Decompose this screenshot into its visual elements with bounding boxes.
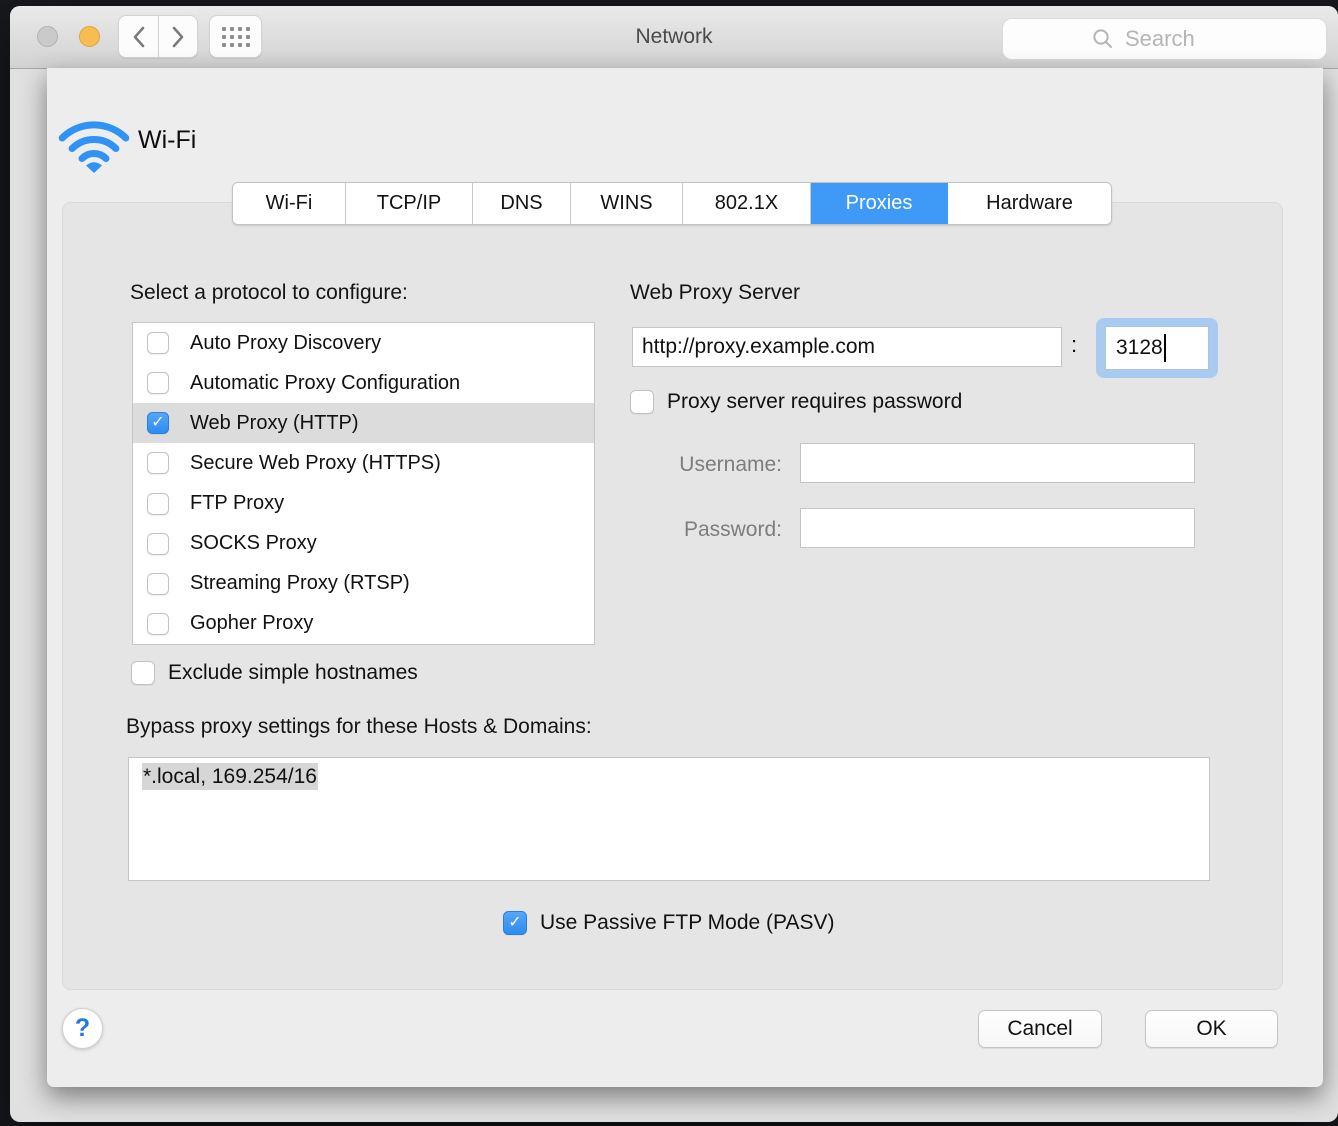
protocol-label: Auto Proxy Discovery: [190, 332, 381, 355]
protocol-row-socks-proxy[interactable]: SOCKS Proxy: [133, 524, 594, 564]
passive-ftp-checkbox[interactable]: ✓: [503, 911, 527, 935]
web-proxy-server-heading: Web Proxy Server: [630, 281, 800, 305]
protocol-row-gopher-proxy[interactable]: Gopher Proxy: [133, 604, 594, 644]
tab-8021x[interactable]: 802.1X: [683, 183, 811, 224]
bypass-value: *.local, 169.254/16: [142, 763, 318, 790]
proxies-sheet: Wi-Fi Wi-Fi TCP/IP DNS WINS 802.1X Proxi…: [47, 68, 1323, 1087]
passive-ftp-row: ✓ Use Passive FTP Mode (PASV): [503, 911, 834, 935]
service-name: Wi-Fi: [138, 126, 196, 155]
bypass-textarea[interactable]: *.local, 169.254/16: [128, 757, 1210, 881]
protocol-row-web-proxy-http[interactable]: ✓ Web Proxy (HTTP): [133, 403, 594, 443]
protocol-label: Gopher Proxy: [190, 612, 313, 635]
password-input[interactable]: [800, 508, 1195, 548]
protocol-label: SOCKS Proxy: [190, 532, 317, 555]
close-button[interactable]: [37, 26, 58, 47]
bypass-heading: Bypass proxy settings for these Hosts & …: [126, 715, 592, 739]
search-icon: [1092, 28, 1114, 50]
protocol-row-secure-web-proxy-https[interactable]: Secure Web Proxy (HTTPS): [133, 443, 594, 483]
protocol-label: Automatic Proxy Configuration: [190, 372, 460, 395]
tab-wifi[interactable]: Wi-Fi: [233, 183, 346, 224]
show-all-button[interactable]: [209, 15, 262, 58]
checkbox[interactable]: [147, 452, 169, 474]
exclude-simple-hostnames-row: Exclude simple hostnames: [131, 661, 418, 685]
proxy-server-input[interactable]: [632, 327, 1062, 367]
checkbox[interactable]: [147, 613, 169, 635]
port-focus-ring: 3128: [1096, 318, 1218, 378]
check-icon: ✓: [508, 915, 521, 931]
protocol-label: Secure Web Proxy (HTTPS): [190, 452, 441, 475]
requires-password-label: Proxy server requires password: [667, 390, 962, 414]
cancel-button[interactable]: Cancel: [978, 1010, 1102, 1048]
protocol-list: Auto Proxy Discovery Automatic Proxy Con…: [132, 322, 595, 645]
tab-tcpip[interactable]: TCP/IP: [346, 183, 473, 224]
tab-dns[interactable]: DNS: [473, 183, 571, 224]
chevron-left-icon: [132, 26, 146, 48]
exclude-simple-hostnames-label: Exclude simple hostnames: [168, 661, 418, 685]
protocol-label: Web Proxy (HTTP): [190, 412, 359, 435]
help-button[interactable]: ?: [62, 1008, 103, 1049]
checkbox[interactable]: [147, 493, 169, 515]
username-label: Username:: [632, 453, 782, 477]
protocol-row-automatic-proxy-configuration[interactable]: Automatic Proxy Configuration: [133, 363, 594, 403]
nav-buttons: [118, 15, 198, 58]
port-value: 3128: [1116, 336, 1163, 360]
text-caret: [1164, 334, 1166, 362]
check-icon: ✓: [151, 415, 164, 431]
protocol-label: FTP Proxy: [190, 492, 284, 515]
network-window: Network Wi-Fi: [10, 6, 1338, 1122]
port-separator: :: [1071, 332, 1077, 358]
checkbox[interactable]: [147, 533, 169, 555]
requires-password-checkbox[interactable]: [630, 390, 654, 414]
tab-proxies[interactable]: Proxies: [811, 183, 948, 224]
checkbox-checked[interactable]: ✓: [147, 412, 169, 434]
protocol-row-auto-proxy-discovery[interactable]: Auto Proxy Discovery: [133, 323, 594, 363]
search-input[interactable]: [1123, 25, 1237, 53]
help-icon: ?: [75, 1014, 90, 1043]
checkbox[interactable]: [147, 372, 169, 394]
title-bar: Network: [10, 6, 1338, 69]
passive-ftp-label: Use Passive FTP Mode (PASV): [540, 911, 834, 935]
proxy-port-input[interactable]: 3128: [1105, 326, 1209, 370]
back-button[interactable]: [118, 15, 158, 58]
checkbox[interactable]: [147, 573, 169, 595]
tab-hardware[interactable]: Hardware: [948, 183, 1111, 224]
search-field[interactable]: [1002, 18, 1327, 60]
password-label: Password:: [632, 518, 782, 542]
grid-icon: [222, 27, 250, 47]
minimize-button[interactable]: [79, 26, 100, 47]
checkbox[interactable]: [147, 332, 169, 354]
ok-button[interactable]: OK: [1145, 1010, 1278, 1048]
protocol-list-heading: Select a protocol to configure:: [130, 281, 408, 305]
username-input[interactable]: [800, 443, 1195, 483]
tab-bar: Wi-Fi TCP/IP DNS WINS 802.1X Proxies Har…: [232, 182, 1112, 225]
protocol-label: Streaming Proxy (RTSP): [190, 572, 410, 595]
forward-button[interactable]: [158, 15, 198, 58]
protocol-row-streaming-proxy-rtsp[interactable]: Streaming Proxy (RTSP): [133, 564, 594, 604]
chevron-right-icon: [171, 26, 185, 48]
wifi-icon: [58, 112, 130, 174]
exclude-simple-hostnames-checkbox[interactable]: [131, 661, 155, 685]
requires-password-row: Proxy server requires password: [630, 390, 962, 414]
protocol-row-ftp-proxy[interactable]: FTP Proxy: [133, 484, 594, 524]
tab-wins[interactable]: WINS: [571, 183, 683, 224]
